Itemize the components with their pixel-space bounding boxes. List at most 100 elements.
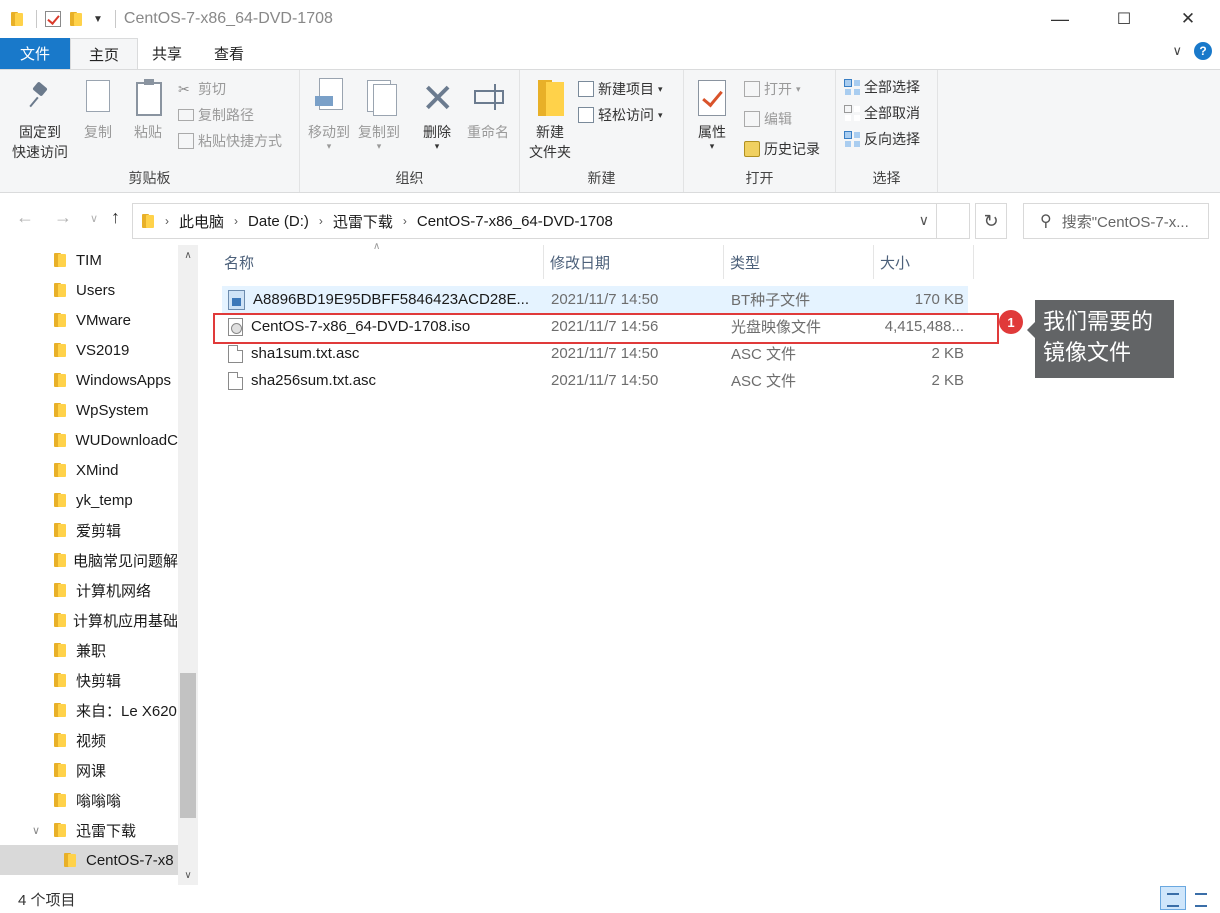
tab-file[interactable]: 文件: [0, 38, 70, 69]
sidebar-item[interactable]: 计算机应用基础: [0, 605, 178, 635]
properties-button[interactable]: 属性 ▾: [692, 76, 732, 151]
sidebar-item[interactable]: 网课: [0, 755, 178, 785]
open-group: 属性 ▾ 打开 ▾ 编辑 历史记录 打开: [684, 70, 836, 192]
help-icon[interactable]: ?: [1194, 42, 1212, 60]
breadcrumb-separator-icon[interactable]: ›: [234, 214, 238, 228]
scroll-up-icon[interactable]: ∧: [178, 245, 198, 265]
rename-button[interactable]: 重命名: [464, 76, 512, 142]
sidebar-item[interactable]: 来自：Le X620: [0, 695, 178, 725]
copy-button[interactable]: 复制: [78, 76, 118, 142]
minimize-button[interactable]: —: [1028, 0, 1092, 38]
tab-home[interactable]: 主页: [70, 38, 138, 69]
breadcrumb-separator-icon[interactable]: ›: [165, 214, 169, 228]
folder-icon: [53, 702, 67, 718]
folder-icon: [53, 762, 67, 778]
breadcrumb-drive-d[interactable]: Date (D:): [248, 213, 309, 230]
select-group: 全部选择 全部取消 反向选择 选择: [836, 70, 938, 192]
sidebar-item[interactable]: WpSystem: [0, 395, 178, 425]
history-icon: [744, 141, 760, 157]
annotation-text-line-1: 我们需要的: [1043, 309, 1154, 334]
file-size: 2 KB: [931, 345, 964, 362]
forward-arrow-icon[interactable]: →: [54, 207, 72, 228]
copy-to-button[interactable]: 复制到 ▾: [356, 76, 402, 151]
file-date: 2021/11/7 14:50: [551, 345, 659, 362]
copy-path-button[interactable]: 复制路径: [178, 104, 254, 126]
sidebar-item[interactable]: WUDownloadC: [0, 425, 178, 455]
customize-dropdown-icon[interactable]: ▼: [93, 14, 103, 25]
select-all-button[interactable]: 全部选择: [844, 76, 920, 98]
breadcrumb-separator-icon[interactable]: ›: [403, 214, 407, 228]
sidebar-item[interactable]: yk_temp: [0, 485, 178, 515]
scroll-down-icon[interactable]: ∨: [178, 865, 198, 885]
folder-icon: [53, 612, 66, 628]
open-label: 打开: [764, 81, 792, 97]
refresh-button[interactable]: ↻: [975, 203, 1007, 239]
expand-chevron-icon[interactable]: ∨: [32, 824, 40, 837]
edit-button[interactable]: 编辑: [744, 108, 792, 130]
folder-icon: [53, 372, 67, 388]
address-dropdown-icon[interactable]: ∨: [919, 212, 929, 229]
paste-shortcut-button[interactable]: 粘贴快捷方式: [178, 130, 282, 152]
new-folder-icon[interactable]: [69, 11, 83, 27]
pin-quick-access-button[interactable]: 固定到 快速访问: [8, 76, 72, 162]
select-none-button[interactable]: 全部取消: [844, 102, 920, 124]
breadcrumb-this-pc[interactable]: 此电脑: [179, 211, 224, 232]
sidebar-item[interactable]: 嗡嗡嗡: [0, 785, 178, 815]
easy-access-button[interactable]: 轻松访问 ▾: [578, 104, 663, 126]
table-row[interactable]: A8896BD19E95DBFF5846423ACD28E... 2021/11…: [222, 286, 968, 313]
scrollbar-thumb[interactable]: [180, 673, 196, 818]
sidebar-item[interactable]: XMind: [0, 455, 178, 485]
open-button[interactable]: 打开 ▾: [744, 78, 801, 100]
tab-view[interactable]: 查看: [198, 38, 260, 69]
details-view-icon[interactable]: [1160, 886, 1186, 910]
new-item-button[interactable]: 新建项目 ▾: [578, 78, 663, 100]
column-header-type[interactable]: 类型: [724, 245, 874, 279]
sidebar-item[interactable]: ∨ 迅雷下载: [0, 815, 178, 845]
expand-ribbon-icon[interactable]: ∨: [1172, 43, 1182, 59]
sidebar-item[interactable]: 计算机网络: [0, 575, 178, 605]
maximize-button[interactable]: ☐: [1092, 0, 1156, 38]
column-header-date[interactable]: 修改日期: [544, 245, 724, 279]
sidebar-item[interactable]: Users: [0, 275, 178, 305]
column-header-name[interactable]: 名称: [218, 245, 544, 279]
sidebar-scrollbar[interactable]: ∧ ∨: [178, 245, 198, 885]
column-header-size[interactable]: 大小: [874, 245, 974, 279]
sidebar-item[interactable]: 兼职: [0, 635, 178, 665]
history-button[interactable]: 历史记录: [744, 138, 820, 160]
search-box[interactable]: ⚲ 搜索"CentOS-7-x...: [1023, 203, 1209, 239]
large-icons-view-icon[interactable]: [1188, 886, 1214, 910]
breadcrumb-xunlei[interactable]: 迅雷下载: [333, 211, 393, 232]
up-arrow-icon[interactable]: ↑: [111, 207, 120, 228]
breadcrumb-current[interactable]: CentOS-7-x86_64-DVD-1708: [417, 213, 613, 230]
sidebar-item[interactable]: WindowsApps: [0, 365, 178, 395]
delete-label: 删除: [423, 124, 451, 140]
breadcrumb-separator-icon[interactable]: ›: [319, 214, 323, 228]
sidebar-item-label: WpSystem: [76, 401, 149, 419]
back-arrow-icon[interactable]: ←: [16, 207, 34, 228]
file-list: ∧ 名称 修改日期 类型 大小 A8896BD19E95DBFF5846423A…: [200, 241, 1220, 885]
new-folder-button[interactable]: 新建 文件夹: [526, 76, 574, 162]
cut-button[interactable]: ✂ 剪切: [178, 78, 226, 100]
sidebar-item[interactable]: 电脑常见问题解: [0, 545, 178, 575]
close-button[interactable]: ✕: [1156, 0, 1220, 38]
paste-button[interactable]: 粘贴: [126, 76, 170, 142]
sidebar-item[interactable]: TIM: [0, 245, 178, 275]
sidebar-item[interactable]: VS2019: [0, 335, 178, 365]
properties-check-icon[interactable]: [45, 11, 61, 27]
sidebar-item[interactable]: 爱剪辑: [0, 515, 178, 545]
edit-icon: [744, 111, 760, 127]
sidebar-item[interactable]: VMware: [0, 305, 178, 335]
recent-locations-chevron-icon[interactable]: ∨: [90, 212, 98, 225]
invert-selection-button[interactable]: 反向选择: [844, 128, 920, 150]
address-bar[interactable]: › 此电脑 › Date (D:) › 迅雷下载 › CentOS-7-x86_…: [132, 203, 970, 239]
move-to-button[interactable]: 移动到 ▾: [306, 76, 352, 151]
delete-button[interactable]: ✕ 删除 ▾: [420, 76, 455, 151]
sidebar-item[interactable]: 视频: [0, 725, 178, 755]
refresh-icon: ↻: [983, 210, 999, 231]
tab-share[interactable]: 共享: [138, 38, 198, 69]
table-row[interactable]: sha256sum.txt.asc 2021/11/7 14:50 ASC 文件…: [222, 367, 968, 394]
sidebar-item[interactable]: 快剪辑: [0, 665, 178, 695]
sidebar-item-selected[interactable]: CentOS-7-x8: [0, 845, 178, 875]
table-row[interactable]: sha1sum.txt.asc 2021/11/7 14:50 ASC 文件 2…: [222, 340, 968, 367]
history-label: 历史记录: [764, 141, 820, 157]
